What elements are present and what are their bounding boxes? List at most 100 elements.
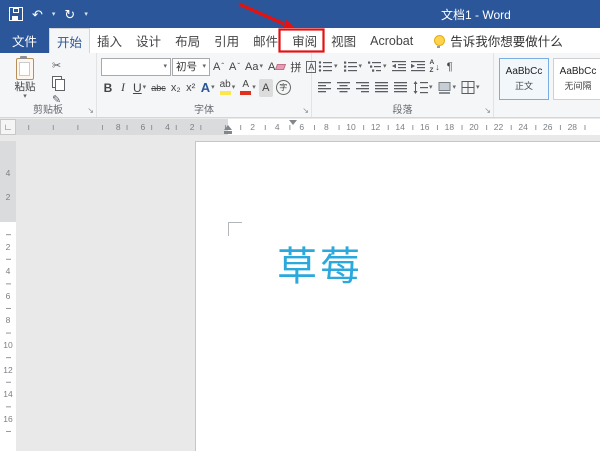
tab-references[interactable]: 引用 [207, 28, 246, 53]
italic-button[interactable]: I [116, 79, 130, 97]
horizontal-ruler[interactable]: 8642 246810121416182022242628 [16, 119, 600, 135]
cut-icon[interactable]: ✂ [52, 58, 62, 72]
ruler-number: 4 [265, 119, 290, 135]
grow-font-button[interactable]: A ˆ [211, 58, 226, 76]
ruler-number: 18 [437, 119, 462, 135]
tab-mailings[interactable]: 邮件 [246, 28, 285, 53]
paragraph-group: ▾ ▾ ▾ A Z [312, 53, 494, 117]
paste-label: 粘贴 [15, 82, 36, 93]
tab-review[interactable]: 审阅 [285, 28, 324, 53]
clear-formatting-button[interactable]: A [266, 58, 287, 76]
tab-home[interactable]: 开始 [49, 28, 90, 53]
sort-button[interactable]: A Z ↓ [428, 58, 442, 76]
text-highlight-button[interactable]: ab ▾ [218, 79, 238, 97]
hanging-indent-icon [224, 125, 232, 130]
align-left-button[interactable] [316, 79, 334, 97]
ribbon: 粘贴 ▾ ✂ ✎ 剪贴板 ↘ ▾ 初号 ▾ [0, 53, 600, 118]
sort-a-icon: A [430, 59, 435, 66]
font-dialog-launcher-icon[interactable]: ↘ [302, 107, 309, 115]
redo-icon[interactable]: ↻ [64, 8, 75, 21]
borders-button[interactable]: ▾ [459, 79, 482, 97]
ruler-number: 6 [131, 119, 156, 135]
align-left-icon [318, 81, 332, 94]
subscript-button[interactable]: x₂ [169, 79, 183, 97]
tab-view[interactable]: 视图 [324, 28, 363, 53]
show-marks-button[interactable]: ¶ [443, 58, 457, 76]
tab-design[interactable]: 设计 [129, 28, 168, 53]
sort-arrow-icon: ↓ [435, 62, 440, 72]
paste-dropdown-caret: ▾ [23, 93, 27, 100]
copy-button[interactable] [52, 75, 62, 89]
ruler-number: 24 [511, 119, 536, 135]
word-window: ↶ ▾ ↻ ▾ 文档1 - Word 文件 开始 插入 设计 布局 引用 邮件 … [0, 0, 600, 451]
font-color-icon: A [242, 80, 249, 90]
left-indent-marker[interactable] [224, 125, 233, 134]
decrease-indent-button[interactable] [390, 58, 408, 76]
bullets-button[interactable]: ▾ [316, 58, 340, 76]
tab-insert[interactable]: 插入 [90, 28, 129, 53]
shading-button[interactable]: ▾ [436, 79, 459, 97]
change-case-button[interactable]: Aa ▾ [243, 58, 265, 76]
paste-button[interactable]: 粘贴 ▾ [4, 57, 46, 101]
style-card-normal[interactable]: AaBbCc 正文 [499, 58, 549, 100]
ruler-number: 26 [535, 119, 560, 135]
tab-layout[interactable]: 布局 [168, 28, 207, 53]
tell-me-label: 告诉我你想要做什么 [450, 31, 563, 50]
font-size-combobox[interactable]: 初号 ▾ [172, 58, 210, 76]
character-shading-button[interactable]: A [259, 79, 273, 97]
bold-button[interactable]: B [101, 79, 115, 97]
font-name-combobox[interactable]: ▾ [101, 58, 171, 76]
save-icon[interactable] [9, 7, 23, 21]
tab-acrobat[interactable]: Acrobat [363, 28, 420, 53]
superscript-button[interactable]: x² [184, 79, 198, 97]
shrink-font-button[interactable]: A ˇ [227, 58, 242, 76]
ruler-number: 2 [0, 185, 16, 210]
qat-customize-caret[interactable]: ▾ [84, 10, 88, 18]
paragraph-dialog-launcher-icon[interactable]: ↘ [484, 107, 491, 115]
phonetic-guide-button[interactable]: 拼 [288, 58, 303, 76]
style-card-no-spacing[interactable]: AaBbCc 无间隔 [553, 58, 600, 100]
align-center-button[interactable] [335, 79, 353, 97]
style-preview: AaBbCc [506, 66, 543, 77]
justify-icon [375, 81, 389, 94]
bullets-icon [318, 60, 333, 73]
font-size-caret: ▾ [202, 63, 206, 70]
first-line-indent-marker[interactable] [289, 120, 297, 125]
undo-dropdown-caret[interactable]: ▾ [52, 10, 56, 18]
undo-icon[interactable]: ↶ [32, 8, 43, 21]
tell-me-box[interactable]: 告诉我你想要做什么 [434, 28, 563, 53]
paragraph-group-label: 段落 [312, 101, 493, 116]
font-color-button[interactable]: A ▾ [238, 79, 258, 97]
align-right-button[interactable] [354, 79, 372, 97]
document-page[interactable] [195, 141, 600, 451]
enclose-characters-button[interactable]: 字 [274, 79, 293, 97]
clipboard-mini-buttons: ✂ ✎ [52, 58, 62, 106]
ruler-number: 8 [314, 119, 339, 135]
text-effects-button[interactable]: A ▾ [199, 79, 217, 97]
document-text[interactable]: 草莓 [277, 234, 363, 292]
numbering-button[interactable]: ▾ [341, 58, 365, 76]
justify-button[interactable] [373, 79, 391, 97]
grow-font-icon: A [213, 61, 220, 73]
clipboard-dialog-launcher-icon[interactable]: ↘ [87, 107, 94, 115]
highlight-color-bar [220, 91, 231, 95]
text-effects-caret: ▾ [211, 84, 215, 91]
font-group-label: 字体 [97, 101, 311, 116]
distribute-icon [394, 81, 408, 94]
distribute-button[interactable] [392, 79, 410, 97]
window-title: 文档1 - Word [441, 0, 511, 28]
increase-indent-button[interactable] [409, 58, 427, 76]
multilevel-list-button[interactable]: ▾ [365, 58, 389, 76]
tab-file[interactable]: 文件 [0, 28, 49, 53]
underline-button[interactable]: U ▾ [131, 79, 148, 97]
tab-stop-selector[interactable]: ∟ [0, 119, 16, 135]
ruler-numbers-left: 8642 [106, 119, 204, 135]
lightbulb-icon [434, 35, 445, 46]
change-case-caret: ▾ [260, 63, 264, 70]
shading-caret: ▾ [453, 84, 457, 91]
multilevel-list-caret: ▾ [383, 63, 387, 70]
strikethrough-button[interactable]: abc [149, 79, 168, 97]
vertical-ruler[interactable]: 42 246810121416 [0, 135, 16, 451]
style-preview: AaBbCc [560, 66, 597, 77]
line-spacing-button[interactable]: ▾ [411, 79, 435, 97]
